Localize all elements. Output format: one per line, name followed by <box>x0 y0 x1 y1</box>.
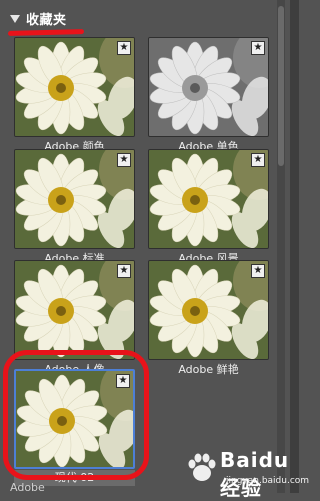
preset-tile[interactable]: ★ Adobe 单色 <box>148 37 269 157</box>
star-icon[interactable]: ★ <box>117 41 131 55</box>
star-icon[interactable]: ★ <box>251 264 265 278</box>
star-icon[interactable]: ★ <box>117 153 131 167</box>
preset-thumbnail[interactable]: ★ <box>14 37 135 137</box>
annotation-underline <box>7 29 85 36</box>
preset-tile[interactable]: ★ Adobe 颜色 <box>14 37 135 157</box>
preset-thumbnail[interactable]: ★ <box>148 37 269 137</box>
next-section-label: Adobe <box>10 482 45 493</box>
star-icon[interactable]: ★ <box>251 153 265 167</box>
preset-thumbnail[interactable]: ★ <box>148 149 269 249</box>
preset-tile[interactable]: ★ Adobe 鲜艳 <box>148 260 269 380</box>
preset-thumbnail[interactable]: ★ <box>148 260 269 360</box>
preset-tile[interactable]: ★ Adobe 标准 <box>14 149 135 269</box>
baidu-paw-logo <box>188 453 216 481</box>
watermark-url: jingyan.baidu.com <box>226 476 310 486</box>
favorites-section-title: 收藏夹 <box>26 12 67 28</box>
profile-browser-panel: 收藏夹 ★ Adobe 颜色 ★ Adobe 单色 ★ Adobe 标准 ★ A… <box>0 0 309 500</box>
panel-edge <box>290 0 299 493</box>
scrollbar-thumb[interactable] <box>278 6 284 166</box>
preset-thumbnail[interactable]: ★ <box>14 149 135 249</box>
preset-thumbnail[interactable]: ★ <box>14 260 135 360</box>
watermark: Baidu经验 jingyan.baidu.com <box>184 448 309 500</box>
star-icon[interactable]: ★ <box>117 264 131 278</box>
annotation-circle <box>3 350 149 480</box>
triangle-down-icon[interactable] <box>10 15 20 23</box>
next-section-partial: Adobe <box>10 482 45 493</box>
favorites-section-header[interactable]: 收藏夹 <box>10 9 67 28</box>
preset-tile[interactable]: ★ Adobe 风景 <box>148 149 269 269</box>
watermark-brand: Baidu经验 <box>220 448 290 500</box>
star-icon[interactable]: ★ <box>251 41 265 55</box>
preset-label: Adobe 鲜艳 <box>178 363 239 376</box>
